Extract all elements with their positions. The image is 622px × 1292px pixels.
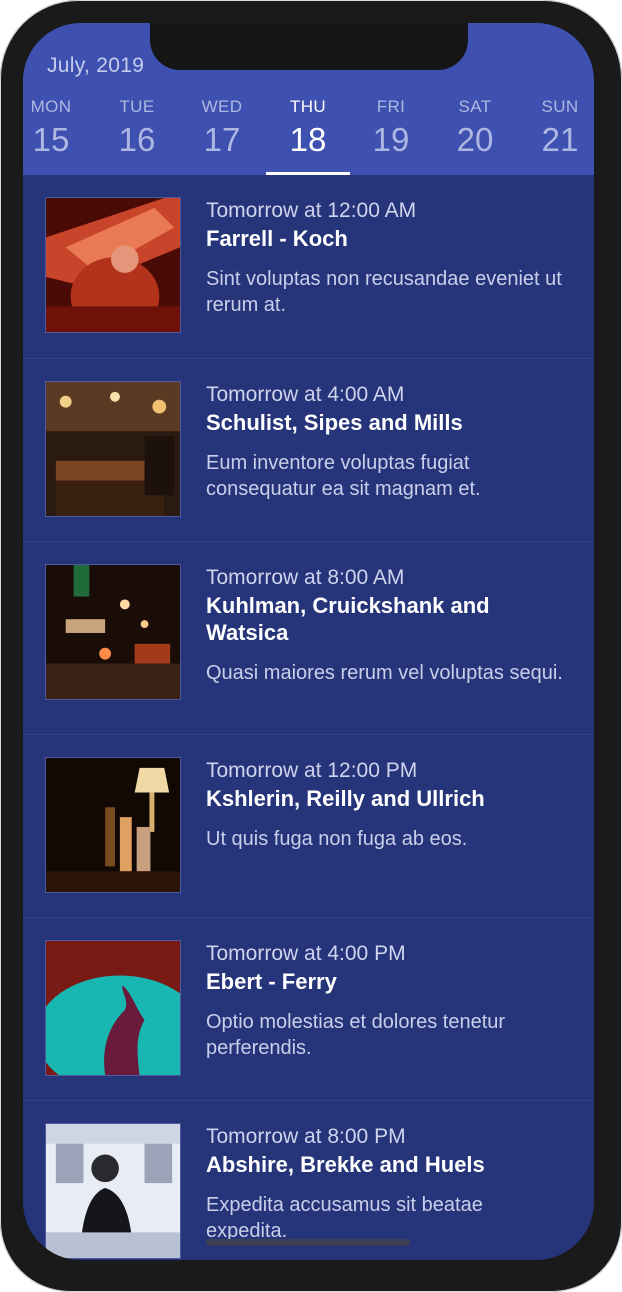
device-notch xyxy=(150,23,468,70)
event-row[interactable]: Tomorrow at 8:00 AM Kuhlman, Cruickshank… xyxy=(23,541,594,735)
day-of-week: MON xyxy=(30,97,72,116)
event-row[interactable]: Tomorrow at 4:00 PM Ebert - Ferry Optio … xyxy=(23,917,594,1101)
event-row[interactable]: Tomorrow at 12:00 PM Kshlerin, Reilly an… xyxy=(23,734,594,918)
day-number: 17 xyxy=(203,121,241,158)
day-tab-wed[interactable]: WED 17 xyxy=(182,95,262,175)
app-screen: July, 2019 MON 15 TUE 16 WED 17 THU 18 F… xyxy=(23,23,594,1260)
day-number: 15 xyxy=(32,121,70,158)
day-number: 19 xyxy=(372,121,410,158)
day-number: 20 xyxy=(456,121,494,158)
day-of-week: FRI xyxy=(376,97,406,116)
event-time: Tomorrow at 8:00 PM xyxy=(206,1125,406,1148)
day-tab-mon[interactable]: MON 15 xyxy=(23,95,91,175)
event-time: Tomorrow at 4:00 AM xyxy=(206,383,405,406)
bar-interior-photo-icon xyxy=(45,381,181,517)
week-day-selector: MON 15 TUE 16 WED 17 THU 18 FRI 19 SAT 2… xyxy=(23,95,594,175)
event-row[interactable]: Tomorrow at 8:00 PM Abshire, Brekke and … xyxy=(23,1100,594,1260)
dancer-photo-icon xyxy=(45,940,181,1076)
event-description: Ut quis fuga non fuga ab eos. xyxy=(206,828,468,850)
event-time: Tomorrow at 12:00 PM xyxy=(206,759,418,782)
month-year-label: July, 2019 xyxy=(47,54,145,77)
day-tab-thu[interactable]: THU 18 xyxy=(268,95,348,175)
party-photo-icon xyxy=(45,197,181,333)
day-tab-fri[interactable]: FRI 19 xyxy=(351,95,431,175)
event-row[interactable]: Tomorrow at 12:00 AM Farrell - Koch Sint… xyxy=(23,175,594,358)
event-description: Optio molestias et dolores tenetur perfe… xyxy=(206,1011,506,1059)
day-of-week: THU xyxy=(289,97,327,116)
day-number: 21 xyxy=(541,121,579,158)
home-indicator[interactable] xyxy=(206,1239,410,1246)
event-row[interactable]: Tomorrow at 4:00 AM Schulist, Sipes and … xyxy=(23,358,594,542)
event-time: Tomorrow at 12:00 AM xyxy=(206,199,417,222)
phone-frame: July, 2019 MON 15 TUE 16 WED 17 THU 18 F… xyxy=(0,0,622,1292)
event-description: Eum inventore voluptas fugiat consequatu… xyxy=(206,452,481,500)
bartender-photo-icon xyxy=(45,1123,181,1259)
event-title: Farrell - Koch xyxy=(206,226,348,251)
day-number: 16 xyxy=(118,121,156,158)
event-title: Kshlerin, Reilly and Ullrich xyxy=(206,786,485,811)
day-tab-tue[interactable]: TUE 16 xyxy=(97,95,177,175)
day-tab-sat[interactable]: SAT 20 xyxy=(435,95,515,175)
day-of-week: SAT xyxy=(458,97,492,116)
event-title: Schulist, Sipes and Mills xyxy=(206,410,463,435)
day-of-week: TUE xyxy=(119,97,155,116)
event-description: Quasi maiores rerum vel voluptas sequi. xyxy=(206,662,563,684)
event-time: Tomorrow at 8:00 AM xyxy=(206,566,405,589)
event-title: Kuhlman, Cruickshank and Watsica xyxy=(206,593,490,645)
event-title: Ebert - Ferry xyxy=(206,969,337,994)
day-of-week: WED xyxy=(201,97,243,116)
bar-bottles-photo-icon xyxy=(45,757,181,893)
event-description: Sint voluptas non recusandae eveniet ut … xyxy=(206,268,562,316)
event-time: Tomorrow at 4:00 PM xyxy=(206,942,406,965)
day-of-week: SUN xyxy=(541,97,579,116)
event-title: Abshire, Brekke and Huels xyxy=(206,1152,485,1177)
event-description: Expedita accusamus sit beatae expedita. xyxy=(206,1194,483,1242)
street-night-photo-icon xyxy=(45,564,181,700)
day-number: 18 xyxy=(289,121,327,158)
day-tab-sun[interactable]: SUN 21 xyxy=(520,95,594,175)
